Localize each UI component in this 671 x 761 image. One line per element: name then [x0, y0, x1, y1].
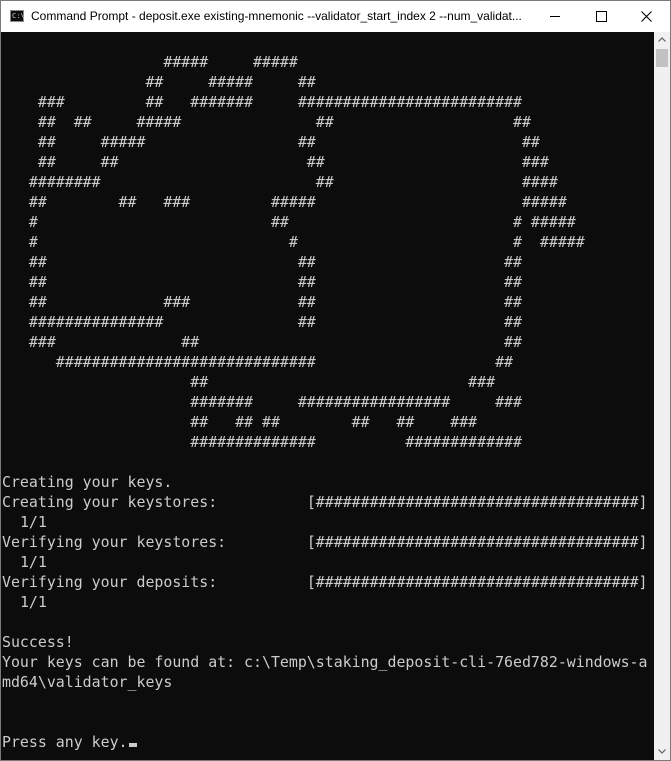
- progress-count: 1/1: [19, 553, 47, 571]
- command-prompt-icon-label: C:\: [12, 12, 25, 20]
- ascii-art-line: ## ## ## ###: [37, 153, 549, 171]
- ascii-art-line: ############### ## ##: [28, 313, 522, 331]
- progress-label: Verifying your keystores:: [2, 533, 227, 551]
- ascii-art-line: # ## # #####: [28, 213, 576, 231]
- maximize-icon: [596, 11, 607, 22]
- progress-bar: [####################################]: [306, 573, 648, 591]
- progress-bar: [####################################]: [306, 493, 648, 511]
- ascii-art-line: ## ### ## ##: [28, 293, 522, 311]
- ascii-art-line: # # # #####: [28, 233, 585, 251]
- title-bar[interactable]: C:\ Command Prompt - deposit.exe existin…: [1, 1, 670, 32]
- progress-label: Verifying your deposits:: [2, 573, 218, 591]
- vertical-scrollbar[interactable]: [654, 32, 670, 760]
- ascii-art-line: ## ###: [190, 373, 496, 391]
- ascii-art-line: ## ##### ##: [145, 73, 316, 91]
- minimize-button[interactable]: [532, 1, 578, 32]
- ascii-art-line: ##### #####: [163, 53, 298, 71]
- creating-keys-line: Creating your keys.: [2, 473, 173, 491]
- progress-count: 1/1: [19, 513, 47, 531]
- success-message: Success!: [2, 633, 74, 651]
- chevron-down-icon: [658, 749, 666, 754]
- console-output[interactable]: ##### ##### ## ##### ## ### ## ####### #…: [1, 32, 654, 760]
- chevron-up-icon: [658, 37, 666, 42]
- scroll-down-button[interactable]: [654, 744, 670, 760]
- press-any-key-prompt: Press any key.: [2, 733, 128, 751]
- ascii-art-line: ## ## ##: [28, 273, 522, 291]
- terminal-text: ##### ##### ## ##### ## ### ## ####### #…: [2, 52, 648, 752]
- progress-bar: [####################################]: [306, 533, 648, 551]
- text-cursor: [128, 743, 137, 747]
- progress-count: 1/1: [19, 593, 47, 611]
- ascii-art-line: ## ## ## ## ## ###: [190, 413, 478, 431]
- window-title: Command Prompt - deposit.exe existing-mn…: [31, 9, 522, 23]
- ascii-art-line: ### ## ##: [28, 333, 522, 351]
- ascii-art-line: ## ##### ## ##: [37, 133, 540, 151]
- ascii-art-line: ### ## ####### #########################: [37, 93, 522, 111]
- command-prompt-window: C:\ Command Prompt - deposit.exe existin…: [0, 0, 671, 761]
- close-button[interactable]: [624, 1, 670, 32]
- ascii-art-line: ############## #############: [190, 433, 522, 451]
- scroll-up-button[interactable]: [654, 32, 670, 48]
- keys-location-line: Your keys can be found at: c:\Temp\staki…: [2, 653, 648, 671]
- scrollbar-thumb[interactable]: [656, 49, 668, 67]
- minimize-icon: [550, 16, 560, 17]
- ascii-art-line: ## ## ### ##### #####: [28, 193, 567, 211]
- progress-label: Creating your keystores:: [2, 493, 218, 511]
- ascii-art-line: ######## ## ####: [28, 173, 558, 191]
- ascii-art: ##### ##### ## ##### ## ### ## ####### #…: [2, 53, 585, 451]
- maximize-button[interactable]: [578, 1, 624, 32]
- command-prompt-icon[interactable]: C:\: [10, 10, 25, 22]
- ascii-art-line: ## ## ##### ## ##: [37, 113, 531, 131]
- ascii-art-line: ## ## ##: [28, 253, 522, 271]
- ascii-art-line: ############################# ##: [55, 353, 514, 371]
- ascii-art-line: ####### ################# ###: [190, 393, 522, 411]
- close-icon: [641, 11, 652, 22]
- keys-location-line: md64\validator_keys: [2, 673, 173, 691]
